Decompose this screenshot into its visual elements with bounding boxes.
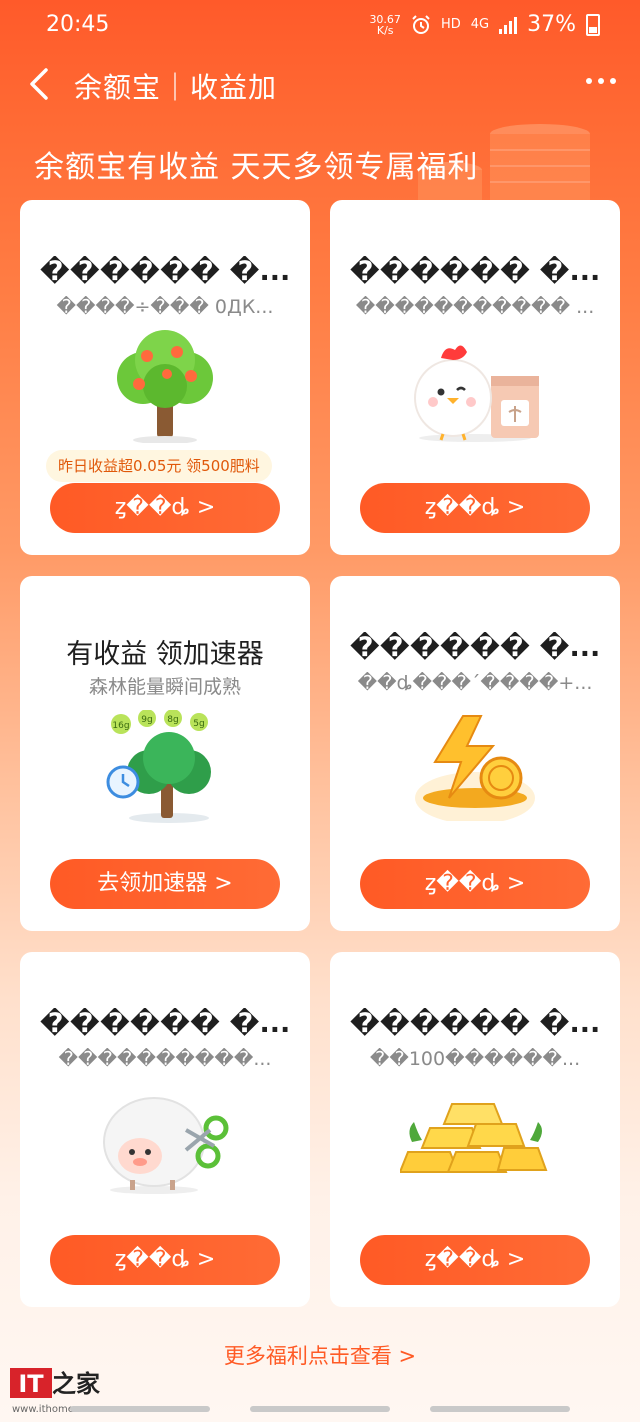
card-title: ������ �... [39,256,291,287]
network-type: 4G [470,17,490,32]
reward-card-chick[interactable]: ������ �... ����������� ... ȥ��ȡ > [330,200,620,555]
chick-icon [414,345,539,442]
card-title: ������ �... [349,632,601,663]
alarm-icon [412,14,430,34]
card-subtitle: ��100������... [369,1048,581,1070]
status-icons: 30.67 K/s HD 4G 37% [369,12,600,37]
card-subtitle: 森林能量瞬间成熟 [88,676,241,698]
svg-text:IT: IT [18,1370,44,1398]
card-subtitle: ����������... [58,1048,272,1070]
claim-button[interactable]: ȥ��ȡ > [360,1235,590,1285]
reward-card-fruit-tree[interactable]: ������ �... ����÷��� 0ДК... 昨日收益超0.05元 领… [20,200,310,555]
network-speed: 30.67 K/s [369,12,401,37]
svg-text:8g: 8g [167,715,178,725]
card-subtitle: ����������� ... [355,296,595,318]
yesterday-earnings-tip: 昨日收益超0.05元 领500肥料 [46,450,272,482]
card-title: ������ �... [39,1008,291,1039]
status-time: 20:45 [46,12,110,37]
ithome-logo: IT 之家 [10,1368,100,1398]
hero-title: 余额宝有收益 天天多领专属福利 [34,150,479,185]
nav-gesture-bar-center[interactable] [250,1406,390,1412]
svg-text:之家: 之家 [52,1370,100,1398]
card-title: ������ �... [349,256,601,287]
card-subtitle: ����÷��� 0ДК... [56,296,274,318]
nav-gesture-bar-left [70,1406,210,1412]
nav-gesture-bar-right [430,1406,570,1412]
status-bar: 20:45 30.67 K/s HD 4G 37% [0,0,640,48]
claim-button[interactable]: ȥ��ȡ > [360,859,590,909]
lightning-coin-icon [415,715,535,821]
reward-card-accelerator[interactable]: 有收益 领加速器 森林能量瞬间成熟 16g 9g 8g 5g 去领加速器 > [20,576,310,931]
get-accelerator-button[interactable]: 去领加速器 > [50,859,280,909]
gold-bars-icon [400,1103,548,1173]
speed-tree-icon: 16g 9g 8g 5g [106,710,211,823]
sheep-icon [103,1097,229,1194]
svg-text:9g: 9g [141,715,152,725]
nav-bar: 余额宝｜收益加 [0,52,640,116]
card-subtitle: ��ȡ���´����+... [357,672,593,694]
card-title: 有收益 领加速器 [66,639,264,670]
claim-button[interactable]: ȥ��ȡ > [50,1235,280,1285]
signal-icon [499,16,518,34]
back-arrow-icon[interactable] [26,66,58,102]
svg-text:16g: 16g [112,721,129,731]
claim-button[interactable]: ȥ��ȡ > [360,483,590,533]
page-title: 余额宝｜收益加 [74,71,278,104]
hd-label: HD [440,17,461,32]
reward-card-gold-bars[interactable]: ������ �... ��100������... ȥ��ȡ > [330,952,620,1307]
claim-button[interactable]: ȥ��ȡ > [50,483,280,533]
reward-card-sheep[interactable]: ������ �... ����������... ȥ��ȡ > [20,952,310,1307]
fruit-tree-icon [117,330,213,443]
battery-icon [586,13,600,36]
battery-percent: 37% [527,12,576,37]
reward-card-lightning-coin[interactable]: ������ �... ��ȡ���´����+... ȥ��ȡ > [330,576,620,931]
more-options-icon[interactable] [586,78,616,84]
svg-text:5g: 5g [193,719,204,729]
card-title: ������ �... [349,1008,601,1039]
